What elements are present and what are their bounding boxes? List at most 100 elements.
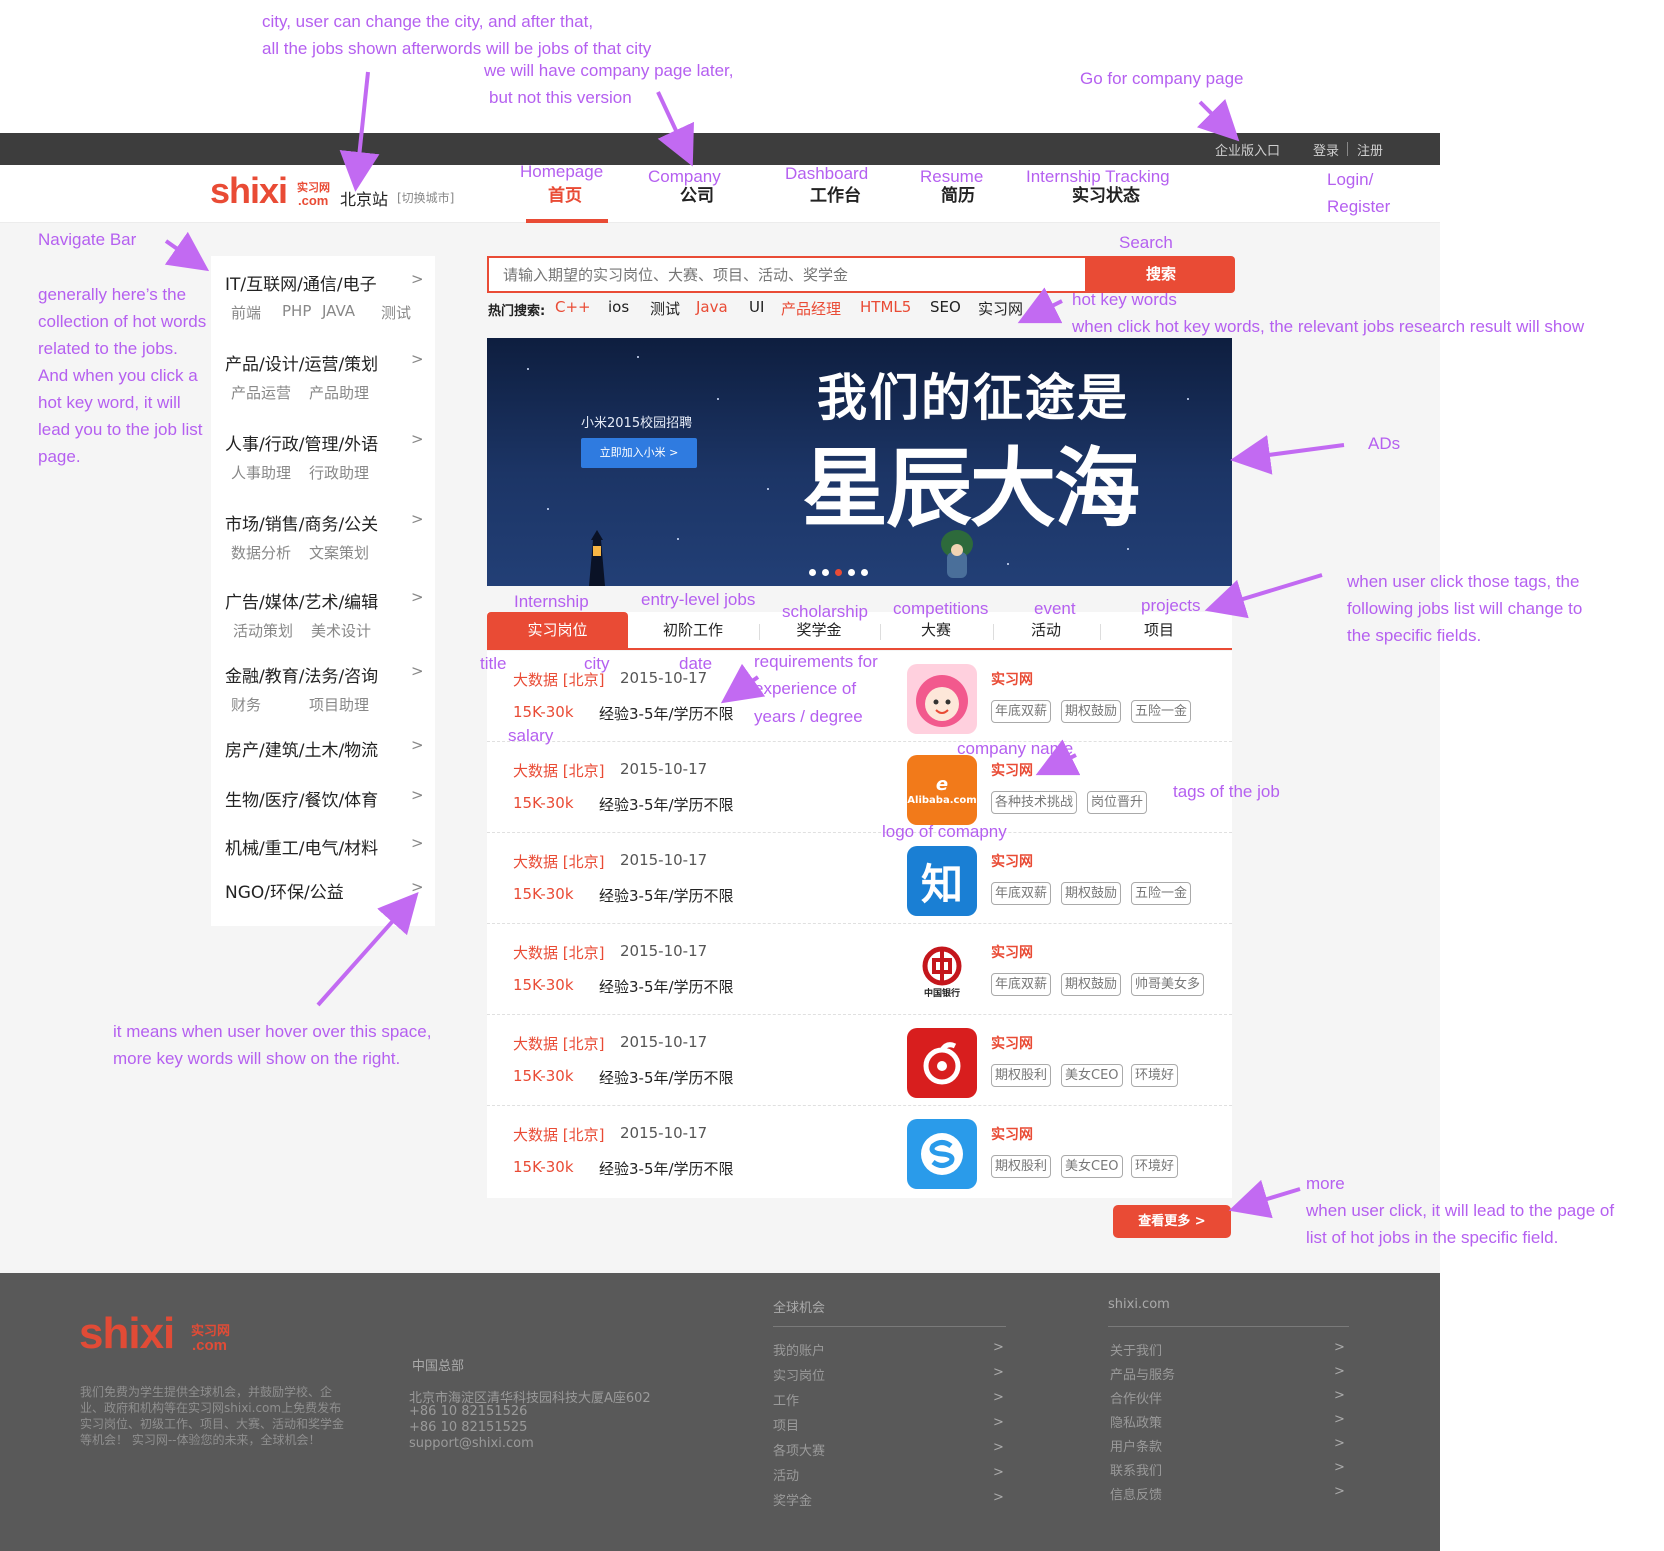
chevron-right-icon[interactable]: > bbox=[1334, 1412, 1345, 1427]
company-name[interactable]: 实习网 bbox=[991, 669, 1033, 689]
company-logo-sogou-icon[interactable] bbox=[907, 1119, 977, 1189]
hot-keyword[interactable]: 数据分析 bbox=[231, 542, 291, 563]
hot-keyword[interactable]: 项目助理 bbox=[309, 694, 369, 715]
carousel-dot[interactable] bbox=[848, 569, 855, 576]
job-tag[interactable]: 期权鼓励 bbox=[1061, 973, 1122, 996]
hot-keyword[interactable]: 活动策划 bbox=[233, 620, 293, 641]
hot-word[interactable]: 产品经理 bbox=[781, 298, 841, 319]
footer-link[interactable]: 合作伙伴 bbox=[1110, 1388, 1162, 1407]
search-input[interactable] bbox=[489, 258, 1085, 291]
chevron-right-icon[interactable]: > bbox=[1334, 1340, 1345, 1355]
job-tag[interactable]: 期权股利 bbox=[991, 1064, 1052, 1087]
job-tag[interactable]: 岗位晋升 bbox=[1087, 791, 1148, 814]
company-name[interactable]: 实习网 bbox=[991, 942, 1033, 962]
footer-link[interactable]: 工作 bbox=[773, 1390, 799, 1409]
job-title[interactable]: 大数据 [北京] bbox=[513, 942, 604, 963]
chevron-right-icon[interactable]: > bbox=[411, 430, 424, 448]
job-row[interactable]: 大数据 [北京] 2015-10-17 15K-30k 经验3-5年/学历不限 … bbox=[487, 924, 1232, 1015]
category-title[interactable]: 产品/设计/运营/策划 bbox=[225, 350, 378, 375]
chevron-right-icon[interactable]: > bbox=[993, 1340, 1004, 1355]
ad-banner[interactable]: 小米2015校园招聘 立即加入小米 > 我们的征途是 星辰大海 bbox=[487, 338, 1232, 586]
hot-word[interactable]: 测试 bbox=[650, 298, 680, 319]
site-logo[interactable]: shixi 实习网 .com bbox=[210, 170, 330, 215]
company-name[interactable]: 实习网 bbox=[991, 1124, 1033, 1144]
chevron-right-icon[interactable]: > bbox=[411, 878, 424, 896]
enterprise-link[interactable]: 企业版入口 bbox=[1215, 140, 1280, 159]
footer-link[interactable]: 隐私政策 bbox=[1110, 1412, 1162, 1431]
view-more-button[interactable]: 查看更多 > bbox=[1113, 1205, 1231, 1238]
company-logo-bank-of-china-icon[interactable]: 中国银行 bbox=[907, 937, 977, 1007]
footer-link[interactable]: 我的账户 bbox=[773, 1340, 825, 1359]
job-tag[interactable]: 环境好 bbox=[1131, 1064, 1179, 1087]
job-tag[interactable]: 期权鼓励 bbox=[1061, 700, 1122, 723]
hot-keyword[interactable]: JAVA bbox=[322, 302, 355, 320]
job-tag[interactable]: 五险一金 bbox=[1131, 882, 1192, 905]
footer-link[interactable]: 产品与服务 bbox=[1110, 1364, 1175, 1383]
support-email[interactable]: support@shixi.com bbox=[409, 1436, 534, 1451]
hot-keyword[interactable]: 文案策划 bbox=[309, 542, 369, 563]
category-title[interactable]: 金融/教育/法务/咨询 bbox=[225, 662, 378, 687]
chevron-right-icon[interactable]: > bbox=[1334, 1460, 1345, 1475]
chevron-right-icon[interactable]: > bbox=[411, 736, 424, 754]
hot-word[interactable]: HTML5 bbox=[860, 298, 911, 316]
hot-word[interactable]: UI bbox=[749, 298, 764, 316]
footer-link[interactable]: 联系我们 bbox=[1110, 1460, 1162, 1479]
chevron-right-icon[interactable]: > bbox=[1334, 1388, 1345, 1403]
hot-keyword[interactable]: 美术设计 bbox=[311, 620, 371, 641]
hot-keyword[interactable]: 产品运营 bbox=[231, 382, 291, 403]
company-logo-alibaba-icon[interactable]: e Alibaba.com bbox=[907, 755, 977, 825]
footer-link[interactable]: 奖学金 bbox=[773, 1490, 812, 1509]
hot-keyword[interactable]: 财务 bbox=[231, 694, 261, 715]
job-row[interactable]: 大数据 [北京] 2015-10-17 15K-30k 经验3-5年/学历不限 … bbox=[487, 1106, 1232, 1197]
footer-link[interactable]: 实习岗位 bbox=[773, 1365, 825, 1384]
chevron-right-icon[interactable]: > bbox=[1334, 1364, 1345, 1379]
footer-link[interactable]: 关于我们 bbox=[1110, 1340, 1162, 1359]
job-tag[interactable]: 年底双薪 bbox=[991, 700, 1052, 723]
category-title[interactable]: 生物/医疗/餐饮/体育 bbox=[225, 786, 378, 811]
job-tag[interactable]: 帅哥美女多 bbox=[1131, 973, 1205, 996]
job-tag[interactable]: 美女CEO bbox=[1061, 1064, 1123, 1087]
footer-link[interactable]: 用户条款 bbox=[1110, 1436, 1162, 1455]
job-tag[interactable]: 美女CEO bbox=[1061, 1155, 1123, 1178]
chevron-right-icon[interactable]: > bbox=[993, 1490, 1004, 1505]
job-title[interactable]: 大数据 [北京] bbox=[513, 1124, 604, 1145]
carousel-dot[interactable] bbox=[861, 569, 868, 576]
chevron-right-icon[interactable]: > bbox=[411, 786, 424, 804]
job-row[interactable]: 大数据 [北京] 2015-10-17 15K-30k 经验3-5年/学历不限 … bbox=[487, 742, 1232, 833]
chevron-right-icon[interactable]: > bbox=[411, 510, 424, 528]
job-tag[interactable]: 期权鼓励 bbox=[1061, 882, 1122, 905]
chevron-right-icon[interactable]: > bbox=[993, 1465, 1004, 1480]
job-tag[interactable]: 环境好 bbox=[1131, 1155, 1179, 1178]
chevron-right-icon[interactable]: > bbox=[993, 1390, 1004, 1405]
hot-word[interactable]: SEO bbox=[930, 298, 961, 316]
login-link[interactable]: 登录 bbox=[1313, 140, 1339, 159]
hot-keyword[interactable]: 产品助理 bbox=[309, 382, 369, 403]
chevron-right-icon[interactable]: > bbox=[993, 1365, 1004, 1380]
hot-keyword[interactable]: 行政助理 bbox=[309, 462, 369, 483]
job-tag[interactable]: 五险一金 bbox=[1131, 700, 1192, 723]
company-logo-zhihu-icon[interactable]: 知 bbox=[907, 846, 977, 916]
company-name[interactable]: 实习网 bbox=[991, 1033, 1033, 1053]
footer-link[interactable]: 信息反馈 bbox=[1110, 1484, 1162, 1503]
chevron-right-icon[interactable]: > bbox=[411, 662, 424, 680]
category-title[interactable]: 房产/建筑/土木/物流 bbox=[225, 736, 378, 761]
job-title[interactable]: 大数据 [北京] bbox=[513, 760, 604, 781]
hot-keyword[interactable]: 测试 bbox=[381, 302, 411, 323]
hot-word[interactable]: Java bbox=[696, 298, 728, 316]
footer-logo[interactable]: shixi 实习网 .com bbox=[79, 1309, 239, 1359]
carousel-dot[interactable] bbox=[822, 569, 829, 576]
category-title[interactable]: 机械/重工/电气/材料 bbox=[225, 834, 378, 859]
chevron-right-icon[interactable]: > bbox=[411, 834, 424, 852]
job-title[interactable]: 大数据 [北京] bbox=[513, 1033, 604, 1054]
job-tag[interactable]: 年底双薪 bbox=[991, 882, 1052, 905]
category-title[interactable]: 人事/行政/管理/外语 bbox=[225, 430, 378, 455]
chevron-right-icon[interactable]: > bbox=[411, 588, 424, 606]
switch-city-link[interactable]: [切换城市] bbox=[397, 189, 454, 206]
hot-word[interactable]: 实习网 bbox=[978, 298, 1023, 319]
footer-link[interactable]: 各项大赛 bbox=[773, 1440, 825, 1459]
chevron-right-icon[interactable]: > bbox=[1334, 1484, 1345, 1499]
chevron-right-icon[interactable]: > bbox=[411, 350, 424, 368]
hot-word[interactable]: C++ bbox=[555, 298, 591, 316]
carousel-dot[interactable] bbox=[809, 569, 816, 576]
hot-word[interactable]: ios bbox=[608, 298, 629, 316]
